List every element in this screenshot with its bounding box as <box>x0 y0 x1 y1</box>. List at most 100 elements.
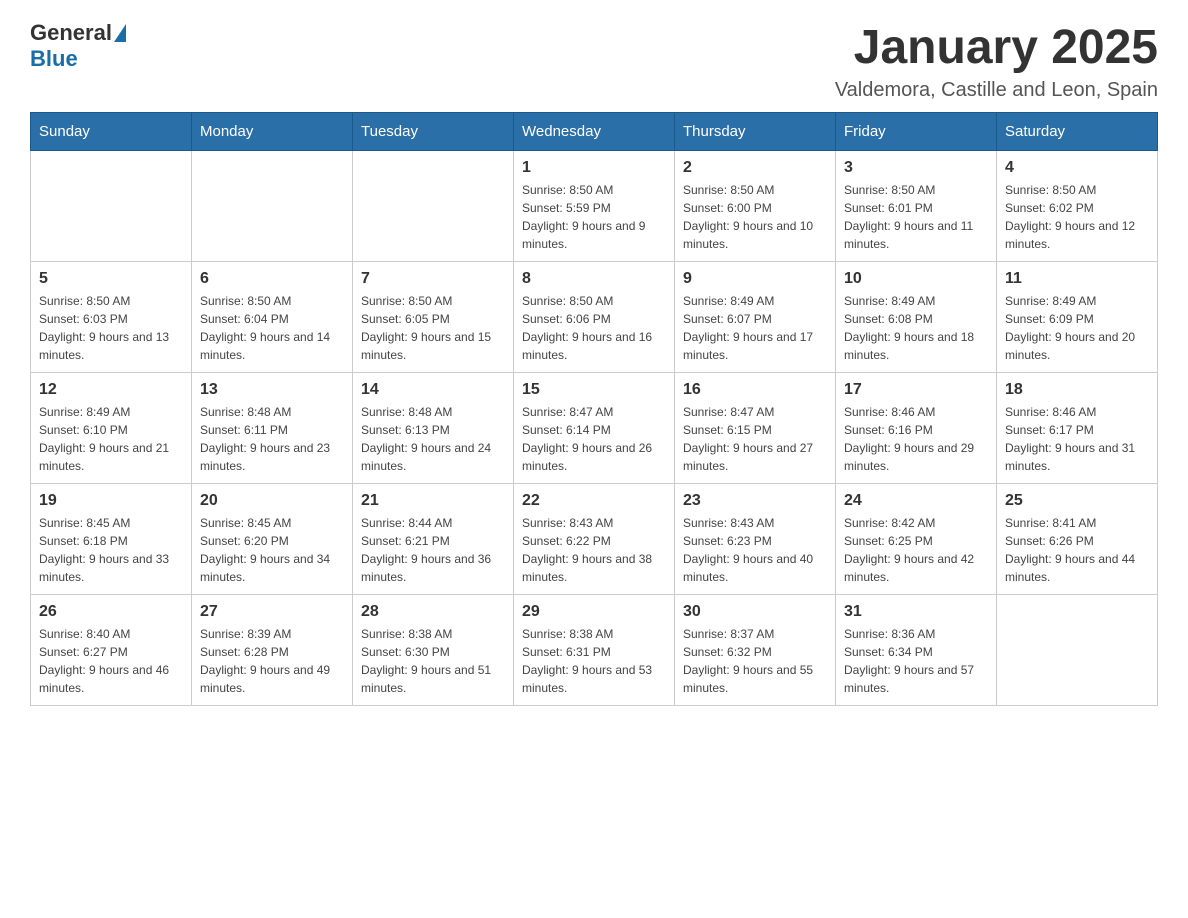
calendar-cell: 4Sunrise: 8:50 AMSunset: 6:02 PMDaylight… <box>997 151 1158 262</box>
calendar-cell <box>997 595 1158 706</box>
day-info: Sunrise: 8:38 AMSunset: 6:30 PMDaylight:… <box>361 625 505 697</box>
day-info: Sunrise: 8:42 AMSunset: 6:25 PMDaylight:… <box>844 514 988 586</box>
logo-triangle-icon <box>114 24 126 42</box>
weekday-header-friday: Friday <box>836 113 997 151</box>
day-number: 20 <box>200 492 344 510</box>
day-number: 21 <box>361 492 505 510</box>
location-text: Valdemora, Castille and Leon, Spain <box>835 79 1158 102</box>
calendar-week-row: 19 Sunrise: 8:45 AMSunset: 6:18 PMDayligh… <box>31 484 1158 595</box>
day-info: Sunrise: 8:45 AMSunset: 6:18 PMDaylight:… <box>39 514 183 586</box>
calendar-cell: 2 Sunrise: 8:50 AMSunset: 6:00 PMDaylight… <box>675 151 836 262</box>
day-info: Sunrise: 8:50 AMSunset: 5:59 PMDaylight:… <box>522 181 666 253</box>
day-number: 25 <box>1005 492 1149 510</box>
day-number: 3 <box>844 159 988 177</box>
logo-blue-text: Blue <box>30 46 112 72</box>
day-info: Sunrise: 8:49 AMSunset: 6:10 PMDaylight:… <box>39 403 183 475</box>
calendar-cell: 27Sunrise: 8:39 AMSunset: 6:28 PMDayligh… <box>192 595 353 706</box>
day-info: Sunrise: 8:49 AMSunset: 6:09 PMDaylight:… <box>1005 292 1149 364</box>
day-info: Sunrise: 8:37 AMSunset: 6:32 PMDaylight:… <box>683 625 827 697</box>
calendar-week-row: 12 Sunrise: 8:49 AMSunset: 6:10 PMDayligh… <box>31 373 1158 484</box>
day-info: Sunrise: 8:46 AMSunset: 6:16 PMDaylight:… <box>844 403 988 475</box>
weekday-header-monday: Monday <box>192 113 353 151</box>
day-number: 12 <box>39 381 183 399</box>
calendar-cell: 14Sunrise: 8:48 AMSunset: 6:13 PMDayligh… <box>353 373 514 484</box>
calendar-cell: 28 Sunrise: 8:38 AMSunset: 6:30 PMDayligh… <box>353 595 514 706</box>
calendar-cell: 7 Sunrise: 8:50 AMSunset: 6:05 PMDaylight… <box>353 262 514 373</box>
calendar-cell <box>31 151 192 262</box>
day-number: 22 <box>522 492 666 510</box>
day-info: Sunrise: 8:47 AMSunset: 6:14 PMDaylight:… <box>522 403 666 475</box>
calendar-week-row: 5 Sunrise: 8:50 AMSunset: 6:03 PMDaylight… <box>31 262 1158 373</box>
day-number: 28 <box>361 603 505 621</box>
day-info: Sunrise: 8:49 AMSunset: 6:08 PMDaylight:… <box>844 292 988 364</box>
day-number: 1 <box>522 159 666 177</box>
calendar-cell: 6 Sunrise: 8:50 AMSunset: 6:04 PMDaylight… <box>192 262 353 373</box>
day-number: 8 <box>522 270 666 288</box>
day-number: 26 <box>39 603 183 621</box>
day-number: 23 <box>683 492 827 510</box>
day-info: Sunrise: 8:41 AMSunset: 6:26 PMDaylight:… <box>1005 514 1149 586</box>
calendar-cell: 18 Sunrise: 8:46 AMSunset: 6:17 PMDayligh… <box>997 373 1158 484</box>
calendar-cell: 5 Sunrise: 8:50 AMSunset: 6:03 PMDaylight… <box>31 262 192 373</box>
day-number: 7 <box>361 270 505 288</box>
day-number: 18 <box>1005 381 1149 399</box>
calendar-cell <box>353 151 514 262</box>
day-info: Sunrise: 8:50 AMSunset: 6:05 PMDaylight:… <box>361 292 505 364</box>
day-info: Sunrise: 8:48 AMSunset: 6:11 PMDaylight:… <box>200 403 344 475</box>
calendar-cell: 30 Sunrise: 8:37 AMSunset: 6:32 PMDayligh… <box>675 595 836 706</box>
day-number: 9 <box>683 270 827 288</box>
page-header: General Blue January 2025 Valdemora, Cas… <box>30 20 1158 102</box>
calendar-cell: 10Sunrise: 8:49 AMSunset: 6:08 PMDayligh… <box>836 262 997 373</box>
day-number: 29 <box>522 603 666 621</box>
day-number: 5 <box>39 270 183 288</box>
calendar-cell <box>192 151 353 262</box>
calendar-cell: 1 Sunrise: 8:50 AMSunset: 5:59 PMDaylight… <box>514 151 675 262</box>
calendar-cell: 23Sunrise: 8:43 AMSunset: 6:23 PMDayligh… <box>675 484 836 595</box>
day-number: 16 <box>683 381 827 399</box>
day-info: Sunrise: 8:50 AMSunset: 6:06 PMDaylight:… <box>522 292 666 364</box>
day-info: Sunrise: 8:46 AMSunset: 6:17 PMDaylight:… <box>1005 403 1149 475</box>
day-info: Sunrise: 8:50 AMSunset: 6:04 PMDaylight:… <box>200 292 344 364</box>
day-number: 6 <box>200 270 344 288</box>
calendar-cell: 11Sunrise: 8:49 AMSunset: 6:09 PMDayligh… <box>997 262 1158 373</box>
day-info: Sunrise: 8:50 AMSunset: 6:03 PMDaylight:… <box>39 292 183 364</box>
day-number: 2 <box>683 159 827 177</box>
day-number: 30 <box>683 603 827 621</box>
day-info: Sunrise: 8:43 AMSunset: 6:22 PMDaylight:… <box>522 514 666 586</box>
title-area: January 2025 Valdemora, Castille and Leo… <box>835 20 1158 102</box>
day-number: 17 <box>844 381 988 399</box>
day-info: Sunrise: 8:36 AMSunset: 6:34 PMDaylight:… <box>844 625 988 697</box>
calendar-cell: 20 Sunrise: 8:45 AMSunset: 6:20 PMDayligh… <box>192 484 353 595</box>
calendar-cell: 25 Sunrise: 8:41 AMSunset: 6:26 PMDayligh… <box>997 484 1158 595</box>
weekday-header-tuesday: Tuesday <box>353 113 514 151</box>
day-number: 19 <box>39 492 183 510</box>
calendar-cell: 15Sunrise: 8:47 AMSunset: 6:14 PMDayligh… <box>514 373 675 484</box>
calendar-cell: 16 Sunrise: 8:47 AMSunset: 6:15 PMDayligh… <box>675 373 836 484</box>
day-info: Sunrise: 8:50 AMSunset: 6:01 PMDaylight:… <box>844 181 988 253</box>
logo-general-text: General <box>30 20 112 46</box>
weekday-header-sunday: Sunday <box>31 113 192 151</box>
day-info: Sunrise: 8:47 AMSunset: 6:15 PMDaylight:… <box>683 403 827 475</box>
calendar-cell: 13Sunrise: 8:48 AMSunset: 6:11 PMDayligh… <box>192 373 353 484</box>
day-info: Sunrise: 8:45 AMSunset: 6:20 PMDaylight:… <box>200 514 344 586</box>
day-info: Sunrise: 8:38 AMSunset: 6:31 PMDaylight:… <box>522 625 666 697</box>
calendar-cell: 29 Sunrise: 8:38 AMSunset: 6:31 PMDayligh… <box>514 595 675 706</box>
calendar-table: SundayMondayTuesdayWednesdayThursdayFrid… <box>30 112 1158 706</box>
day-number: 24 <box>844 492 988 510</box>
day-info: Sunrise: 8:39 AMSunset: 6:28 PMDaylight:… <box>200 625 344 697</box>
calendar-header-row: SundayMondayTuesdayWednesdayThursdayFrid… <box>31 113 1158 151</box>
calendar-cell: 22 Sunrise: 8:43 AMSunset: 6:22 PMDayligh… <box>514 484 675 595</box>
calendar-cell: 21Sunrise: 8:44 AMSunset: 6:21 PMDayligh… <box>353 484 514 595</box>
calendar-cell: 19 Sunrise: 8:45 AMSunset: 6:18 PMDayligh… <box>31 484 192 595</box>
month-title: January 2025 <box>835 20 1158 75</box>
day-info: Sunrise: 8:40 AMSunset: 6:27 PMDaylight:… <box>39 625 183 697</box>
day-number: 4 <box>1005 159 1149 177</box>
weekday-header-thursday: Thursday <box>675 113 836 151</box>
calendar-cell: 12 Sunrise: 8:49 AMSunset: 6:10 PMDayligh… <box>31 373 192 484</box>
calendar-cell: 26 Sunrise: 8:40 AMSunset: 6:27 PMDayligh… <box>31 595 192 706</box>
weekday-header-wednesday: Wednesday <box>514 113 675 151</box>
day-number: 14 <box>361 381 505 399</box>
calendar-cell: 8 Sunrise: 8:50 AMSunset: 6:06 PMDaylight… <box>514 262 675 373</box>
calendar-cell: 9Sunrise: 8:49 AMSunset: 6:07 PMDaylight… <box>675 262 836 373</box>
day-info: Sunrise: 8:50 AMSunset: 6:00 PMDaylight:… <box>683 181 827 253</box>
